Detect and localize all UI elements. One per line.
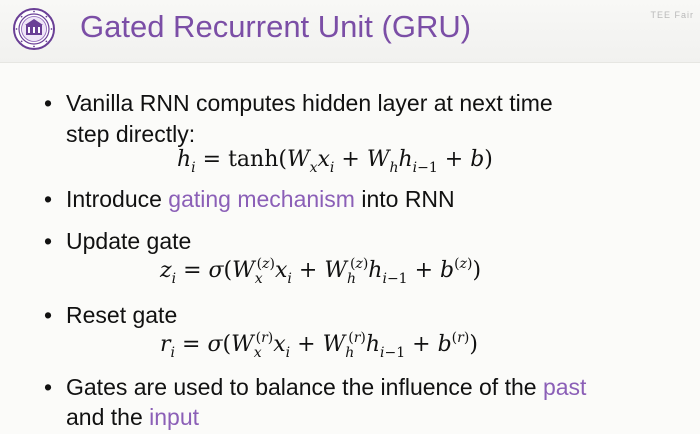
highlight-past: past	[542, 374, 587, 400]
university-logo	[13, 8, 55, 50]
bullet-dot: •	[44, 186, 53, 212]
formula-reset-gate: ri = σ(Wx(r)xi + Wh(r)hi−1 + b(r))	[160, 330, 478, 361]
bullet-text-end: into RNN	[354, 186, 455, 212]
formula-vanilla-rnn: hi = tanh(Wxxi + Whhi−1 + b)	[177, 147, 493, 176]
bullet-text-line2: step directly:	[66, 121, 196, 147]
highlight-gating-mechanism: gating mechanism	[168, 186, 355, 212]
bullet-dot: •	[44, 374, 53, 400]
bullet-text-line1: Gates are used to balance the influence …	[66, 374, 543, 400]
highlight-input: input	[149, 404, 200, 430]
bullet-dot: •	[44, 302, 53, 328]
bullet-text: Update gate	[66, 228, 192, 254]
bullet-dot: •	[44, 90, 53, 116]
bullet-text-line2: and the	[66, 404, 150, 430]
bullet-text-line1: Vanilla RNN computes hidden layer at nex…	[66, 90, 553, 116]
bullet-text: Introduce	[66, 186, 169, 212]
watermark: TEE Fair	[650, 10, 694, 20]
slide-title: Gated Recurrent Unit (GRU)	[80, 9, 472, 44]
formula-update-gate: zi = σ(Wx(z)xi + Wh(z)hi−1 + b(z))	[160, 256, 482, 287]
bullet-dot: •	[44, 228, 53, 254]
bullet-text: Reset gate	[66, 302, 178, 328]
